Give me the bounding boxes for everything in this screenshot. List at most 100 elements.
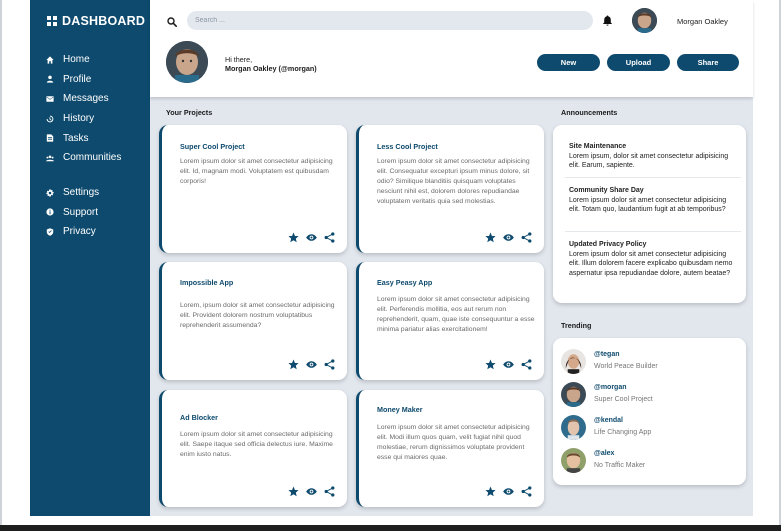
communities-icon [46, 154, 54, 162]
sidebar-item-home[interactable]: Home [46, 50, 146, 70]
avatar [561, 382, 586, 407]
search-input[interactable] [187, 11, 593, 30]
avatar[interactable] [632, 8, 657, 33]
project-title: Easy Peasy App [377, 278, 433, 287]
profile-avatar [166, 41, 208, 83]
sidebar-item-label: Settings [63, 187, 100, 199]
announcement-text: Lorem ipsum dolor sit amet consectetur a… [569, 250, 733, 277]
share-icon[interactable] [324, 486, 335, 497]
share-icon[interactable] [521, 359, 532, 370]
trending-handle: @morgan [594, 384, 627, 391]
sidebar-item-settings[interactable]: Settings [46, 183, 146, 203]
project-description: Lorem, ipsum dolor sit amet consectetur … [180, 302, 335, 329]
star-icon[interactable] [485, 359, 496, 370]
new-button[interactable]: New [537, 54, 600, 71]
star-icon[interactable] [288, 359, 299, 370]
bell-icon[interactable] [602, 13, 613, 26]
sidebar-item-support[interactable]: Support [46, 203, 146, 223]
username: Morgan Oakley [677, 17, 728, 26]
sidebar-item-messages[interactable]: Messages [46, 89, 146, 109]
share-icon[interactable] [324, 232, 335, 243]
project-card[interactable]: Impossible App Lorem, ipsum dolor sit am… [159, 262, 347, 380]
trending-item[interactable]: @tegan World Peace Builder [561, 349, 741, 374]
project-title: Ad Blocker [180, 413, 218, 422]
upload-button[interactable]: Upload [607, 54, 670, 71]
star-icon[interactable] [288, 486, 299, 497]
app-window: DASHBOARD Home Profile Messages History … [0, 0, 781, 531]
project-card[interactable]: Less Cool Project Lorem ipsum dolor sit … [356, 125, 544, 253]
avatar [561, 415, 586, 440]
sidebar-item-label: Tasks [63, 132, 89, 144]
sidebar-item-label: Profile [63, 73, 92, 85]
eye-icon[interactable] [306, 359, 317, 370]
trending-item[interactable]: @morgan Super Cool Project [561, 382, 741, 407]
trending-description: Super Cool Project [594, 396, 653, 403]
sidebar-item-label: History [63, 113, 95, 125]
sidebar-item-profile[interactable]: Profile [46, 70, 146, 90]
announcement-text: Lorem ipsum, dolor sit amet consectetur … [569, 152, 729, 170]
support-icon [46, 208, 54, 216]
project-actions [485, 232, 532, 243]
sidebar-item-label: Messages [63, 93, 109, 105]
history-icon [46, 115, 54, 123]
eye-icon[interactable] [503, 232, 514, 243]
share-icon[interactable] [521, 232, 532, 243]
announcement-text: Lorem ipsum dolor sit amet consectetur a… [569, 196, 727, 214]
avatar [561, 349, 586, 374]
sidebar-item-communities[interactable]: Communities [46, 148, 146, 168]
sidebar-secondary-nav: Settings Support Privacy [46, 183, 146, 242]
projects-title: Your Projects [166, 108, 213, 117]
sidebar-item-tasks[interactable]: Tasks [46, 128, 146, 148]
project-card[interactable]: Ad Blocker Lorem ipsum dolor sit amet co… [159, 390, 347, 507]
greeting-text: Hi there, [225, 55, 253, 64]
project-card[interactable]: Easy Peasy App Lorem ipsum dolor sit ame… [356, 262, 544, 380]
project-card[interactable]: Money Maker Lorem ipsum dolor sit amet c… [356, 390, 544, 507]
star-icon[interactable] [288, 232, 299, 243]
project-description: Lorem ipsum dolor sit amet consectetur a… [180, 431, 333, 458]
trending-description: No Traffic Maker [594, 462, 646, 469]
gear-icon [46, 189, 54, 197]
share-button[interactable]: Share [677, 54, 739, 71]
divider [565, 231, 741, 232]
trending-description: World Peace Builder [594, 363, 658, 370]
project-actions [485, 359, 532, 370]
star-icon[interactable] [485, 486, 496, 497]
eye-icon[interactable] [306, 232, 317, 243]
share-icon[interactable] [324, 359, 335, 370]
project-actions [485, 486, 532, 497]
search-icon[interactable] [167, 14, 177, 27]
brand[interactable]: DASHBOARD [47, 14, 145, 28]
sidebar-item-label: Support [63, 206, 99, 218]
trending-description: Life Changing App [594, 429, 652, 436]
sidebar-item-label: Home [63, 54, 90, 66]
project-title: Money Maker [377, 405, 423, 414]
trending-handle: @tegan [594, 351, 620, 358]
trending-handle: @alex [594, 450, 615, 457]
sidebar-item-history[interactable]: History [46, 109, 146, 129]
announcement-item[interactable]: Updated Privacy Policy Lorem ipsum dolor… [569, 240, 737, 278]
announcements-title: Announcements [561, 108, 618, 117]
sidebar-item-privacy[interactable]: Privacy [46, 222, 146, 242]
announcement-title: Community Share Day [569, 187, 644, 194]
announcements-panel: Site Maintenance Lorem ipsum, dolor sit … [553, 125, 746, 303]
trending-handle: @kendal [594, 417, 624, 424]
project-description: Lorem ipsum dolor sit amet consectetur a… [377, 296, 535, 333]
project-card[interactable]: Super Cool Project Lorem ipsum dolor sit… [159, 125, 347, 253]
announcement-item[interactable]: Site Maintenance Lorem ipsum, dolor sit … [569, 142, 737, 171]
project-actions [288, 359, 335, 370]
announcement-item[interactable]: Community Share Day Lorem ipsum dolor si… [569, 186, 737, 215]
announcement-title: Site Maintenance [569, 143, 627, 150]
eye-icon[interactable] [306, 486, 317, 497]
window-edge-left [0, 0, 2, 525]
eye-icon[interactable] [503, 359, 514, 370]
project-title: Super Cool Project [180, 142, 245, 151]
trending-panel: @tegan World Peace Builder @morgan Super… [553, 338, 746, 485]
trending-title: Trending [561, 321, 592, 330]
share-icon[interactable] [521, 486, 532, 497]
sidebar-primary-nav: Home Profile Messages History Tasks Comm… [46, 50, 146, 168]
eye-icon[interactable] [503, 486, 514, 497]
trending-item[interactable]: @kendal Life Changing App [561, 415, 741, 440]
star-icon[interactable] [485, 232, 496, 243]
trending-item[interactable]: @alex No Traffic Maker [561, 448, 741, 473]
greeting: Hi there, Morgan Oakley (@morgan) [225, 55, 317, 73]
